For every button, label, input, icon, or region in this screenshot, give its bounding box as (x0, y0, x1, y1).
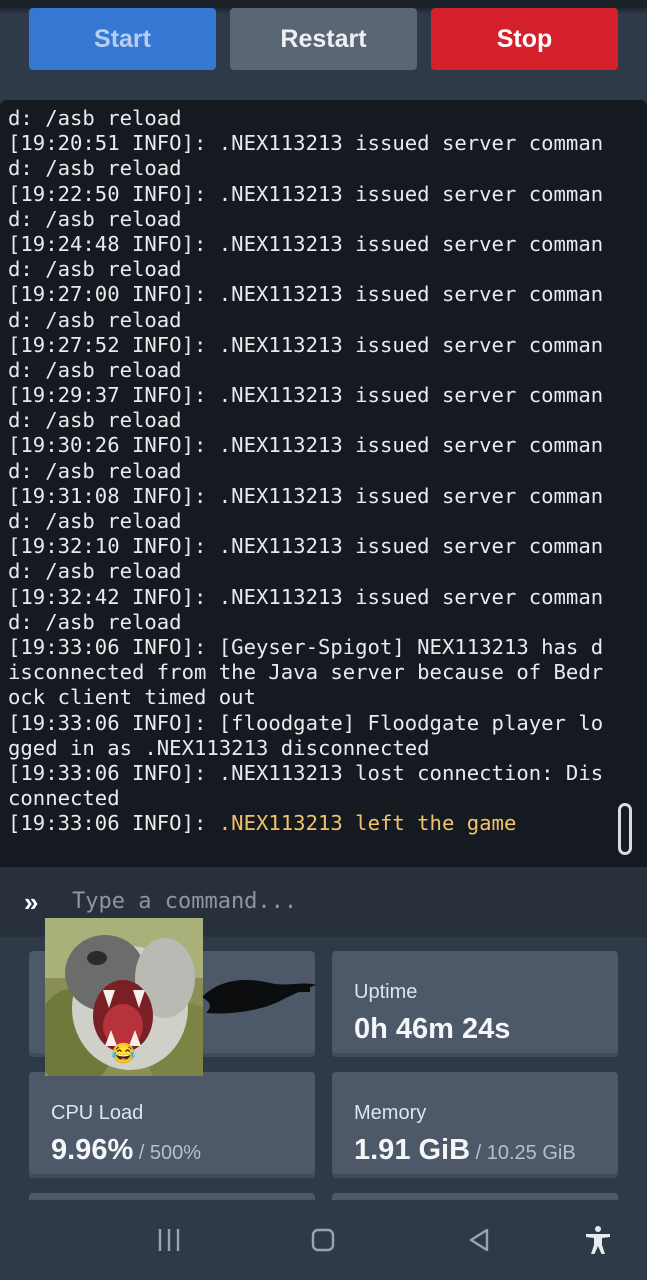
console-line-text: d: /asb reload (8, 357, 182, 382)
console-line-text: d: /asb reload (8, 408, 182, 433)
restart-button[interactable]: Restart (230, 8, 417, 70)
console-line-text: ock client timed out (8, 685, 256, 710)
cpu-label: CPU Load (51, 1102, 144, 1124)
server-console: d: /asb reload [19:20:51 INFO]: .NEX11321… (0, 100, 647, 867)
console-line-text: [19:33:06 INFO]: [floodgate] Floodgate p… (8, 710, 604, 735)
console-line-text: isconnected from the Java server because… (8, 660, 604, 685)
console-line-text: d: /asb reload (8, 206, 182, 231)
cpu-value: 9.96% (51, 1134, 134, 1166)
console-line: [19:33:06 INFO]: .NEX113213 left the gam… (8, 811, 613, 836)
console-line: d: /asb reload (8, 257, 613, 282)
system-navbar (0, 1200, 647, 1280)
console-line-text: d: /asb reload (8, 307, 182, 332)
console-line-text: d: /asb reload (8, 609, 182, 634)
memory-value-row: 1.91 GiB / 10.25 GiB (354, 1134, 576, 1167)
back-icon[interactable] (463, 1224, 495, 1256)
console-line: d: /asb reload (8, 509, 613, 534)
console-line-text: [19:27:00 INFO]: .NEX113213 issued serve… (8, 282, 604, 307)
console-line-text: [19:33:06 INFO]: [Geyser-Spigot] NEX1132… (8, 634, 604, 659)
console-line: [19:31:08 INFO]: .NEX113213 issued serve… (8, 484, 613, 509)
power-controls: Start Restart Stop (0, 0, 647, 100)
console-line-text: [19:31:08 INFO]: .NEX113213 issued serve… (8, 483, 604, 508)
console-line-text: [19:22:50 INFO]: .NEX113213 issued serve… (8, 181, 604, 206)
console-line-text: [19:30:26 INFO]: .NEX113213 issued serve… (8, 433, 604, 458)
memory-label: Memory (354, 1102, 427, 1124)
console-line: d: /asb reload (8, 559, 613, 584)
console-line-text: d: /asb reload (8, 559, 182, 584)
console-line: isconnected from the Java server because… (8, 660, 613, 685)
laughing-emoji-icon: 😂 (111, 1043, 136, 1065)
console-line-text: connected (8, 786, 120, 811)
console-scrollbar[interactable] (618, 803, 632, 855)
console-line-text: d: /asb reload (8, 257, 182, 282)
uptime-label: Uptime (354, 981, 418, 1003)
console-line-highlight: .NEX113213 left the game (218, 811, 517, 836)
console-line-text: [19:27:52 INFO]: .NEX113213 issued serve… (8, 332, 604, 357)
console-line: connected (8, 786, 613, 811)
console-line: gged in as .NEX113213 disconnected (8, 736, 613, 761)
cpu-value-row: 9.96% / 500% (51, 1134, 201, 1167)
home-icon[interactable] (307, 1224, 339, 1256)
memory-card: Memory 1.91 GiB / 10.25 GiB (332, 1072, 618, 1178)
console-line-text: d: /asb reload (8, 106, 182, 130)
console-line-text: [19:32:42 INFO]: .NEX113213 issued serve… (8, 584, 604, 609)
console-line: [19:30:26 INFO]: .NEX113213 issued serve… (8, 433, 613, 458)
console-line: [19:32:42 INFO]: .NEX113213 issued serve… (8, 585, 613, 610)
cpu-card: CPU Load 9.96% / 500% (29, 1072, 315, 1178)
console-line: d: /asb reload (8, 156, 613, 181)
console-line-text: [19:24:48 INFO]: .NEX113213 issued serve… (8, 231, 604, 256)
console-line-text: [19:33:06 INFO]: .NEX113213 lost connect… (8, 760, 604, 785)
console-line-text: [19:20:51 INFO]: .NEX113213 issued serve… (8, 131, 604, 156)
redaction-scribble (202, 979, 316, 1014)
console-line: [19:33:06 INFO]: [Geyser-Spigot] NEX1132… (8, 635, 613, 660)
console-output: d: /asb reload [19:20:51 INFO]: .NEX11321… (8, 106, 613, 836)
console-line: [19:29:37 INFO]: .NEX113213 issued serve… (8, 383, 613, 408)
console-line: [19:20:51 INFO]: .NEX113213 issued serve… (8, 131, 613, 156)
console-line-text: d: /asb reload (8, 509, 182, 533)
console-line: [19:27:52 INFO]: .NEX113213 issued serve… (8, 333, 613, 358)
console-line: d: /asb reload (8, 408, 613, 433)
console-line: d: /asb reload (8, 207, 613, 232)
console-line: [19:33:06 INFO]: [floodgate] Floodgate p… (8, 711, 613, 736)
console-line-text: d: /asb reload (8, 458, 182, 483)
cpu-limit: / 500% (133, 1142, 202, 1164)
console-line: d: /asb reload (8, 358, 613, 383)
console-line: [19:22:50 INFO]: .NEX113213 issued serve… (8, 182, 613, 207)
console-line: [19:33:06 INFO]: .NEX113213 lost connect… (8, 761, 613, 786)
memory-value: 1.91 GiB (354, 1134, 471, 1166)
console-line-text: [19:32:10 INFO]: .NEX113213 issued serve… (8, 534, 604, 559)
prompt-chevron-icon: » (24, 887, 39, 917)
uptime-value: 0h 46m 24s (354, 1013, 511, 1045)
console-line: d: /asb reload (8, 308, 613, 333)
uptime-card: Uptime 0h 46m 24s (332, 951, 618, 1057)
start-button[interactable]: Start (29, 8, 216, 70)
stop-button[interactable]: Stop (431, 8, 618, 70)
console-line: [19:24:48 INFO]: .NEX113213 issued serve… (8, 232, 613, 257)
console-line: d: /asb reload (8, 610, 613, 635)
console-line: d: /asb reload (8, 459, 613, 484)
console-line-text: [19:29:37 INFO]: .NEX113213 issued serve… (8, 383, 604, 408)
console-line: d: /asb reload (8, 106, 613, 131)
console-line: [19:27:00 INFO]: .NEX113213 issued serve… (8, 282, 613, 307)
console-line-text: [19:33:06 INFO]: (8, 811, 219, 836)
recents-icon[interactable] (153, 1224, 185, 1256)
accessibility-icon[interactable] (582, 1224, 614, 1256)
meme-sticker: 😂 (45, 918, 203, 1076)
memory-limit: / 10.25 GiB (470, 1142, 576, 1164)
console-line: [19:32:10 INFO]: .NEX113213 issued serve… (8, 534, 613, 559)
console-line-text: gged in as .NEX113213 disconnected (8, 735, 430, 760)
command-input[interactable] (70, 883, 610, 919)
console-line: ock client timed out (8, 685, 613, 710)
console-line-text: d: /asb reload (8, 156, 182, 181)
